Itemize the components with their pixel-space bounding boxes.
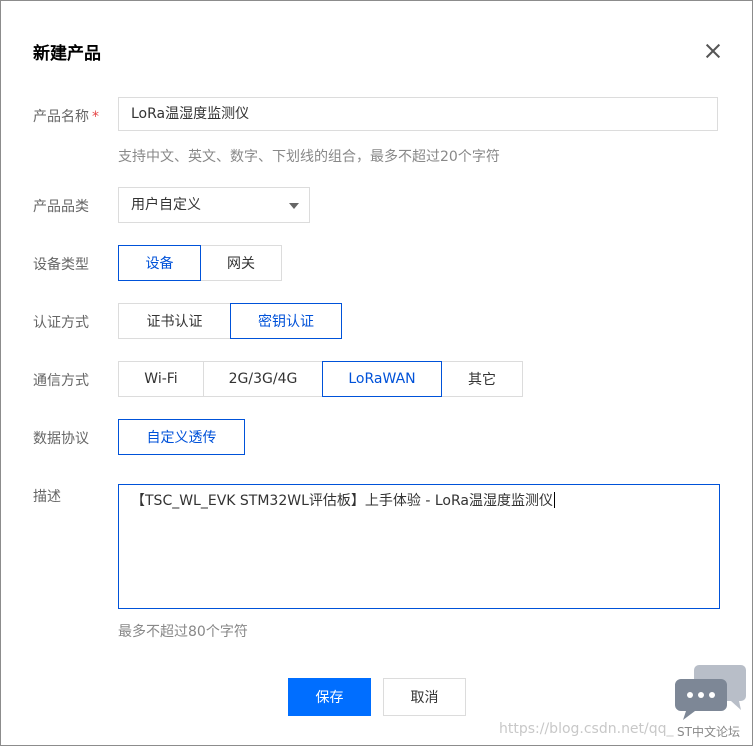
close-icon[interactable] <box>701 39 725 63</box>
product-name-input[interactable]: LoRa温湿度监测仪 <box>118 97 718 131</box>
auth-option-key[interactable]: 密钥认证 <box>230 303 342 339</box>
chat-bubbles-icon <box>675 665 746 720</box>
product-name-hint: 支持中文、英文、数字、下划线的组合，最多不超过20个字符 <box>118 149 500 165</box>
comm-option-cellular[interactable]: 2G/3G/4G <box>203 361 323 397</box>
new-product-dialog: 新建产品 产品名称 * LoRa温湿度监测仪 支持中文、英文、数字、下划线的组合，… <box>0 0 753 746</box>
product-name-label: 产品名称 * <box>33 109 99 125</box>
auth-option-certificate[interactable]: 证书认证 <box>118 303 231 339</box>
save-button[interactable]: 保存 <box>288 678 371 716</box>
comm-method-group: Wi-Fi 2G/3G/4G LoRaWAN 其它 <box>118 361 523 397</box>
device-type-group: 设备 网关 <box>118 245 282 281</box>
category-selected-value: 用户自定义 <box>131 197 201 213</box>
category-select[interactable]: 用户自定义 <box>118 187 310 223</box>
protocol-option-custom-passthrough[interactable]: 自定义透传 <box>118 419 245 455</box>
description-textarea[interactable]: 【TSC_WL_EVK STM32WL评估板】上手体验 - LoRa温湿度监测仪 <box>118 484 720 609</box>
watermark-url: https://blog.csdn.net/qq_ <box>499 721 674 737</box>
auth-method-label: 认证方式 <box>33 315 89 331</box>
device-type-option-gateway[interactable]: 网关 <box>200 245 282 281</box>
cancel-button[interactable]: 取消 <box>383 678 466 716</box>
comm-option-other[interactable]: 其它 <box>441 361 523 397</box>
device-type-label: 设备类型 <box>33 257 89 273</box>
device-type-option-device[interactable]: 设备 <box>118 245 201 281</box>
text-cursor <box>553 492 555 508</box>
description-label: 描述 <box>33 489 61 505</box>
comm-method-label: 通信方式 <box>33 373 89 389</box>
data-protocol-group: 自定义透传 <box>118 419 245 455</box>
watermark-forum-name: ST中文论坛 <box>677 725 740 739</box>
comm-option-lorawan[interactable]: LoRaWAN <box>322 361 442 397</box>
auth-method-group: 证书认证 密钥认证 <box>118 303 342 339</box>
chevron-down-icon <box>289 203 299 209</box>
comm-option-wifi[interactable]: Wi-Fi <box>118 361 204 397</box>
description-hint: 最多不超过80个字符 <box>118 624 248 640</box>
category-label: 产品品类 <box>33 199 89 215</box>
required-mark: * <box>92 109 99 125</box>
dialog-title: 新建产品 <box>33 44 101 64</box>
data-protocol-label: 数据协议 <box>33 431 89 447</box>
description-text: 【TSC_WL_EVK STM32WL评估板】上手体验 - LoRa温湿度监测仪 <box>131 493 553 509</box>
